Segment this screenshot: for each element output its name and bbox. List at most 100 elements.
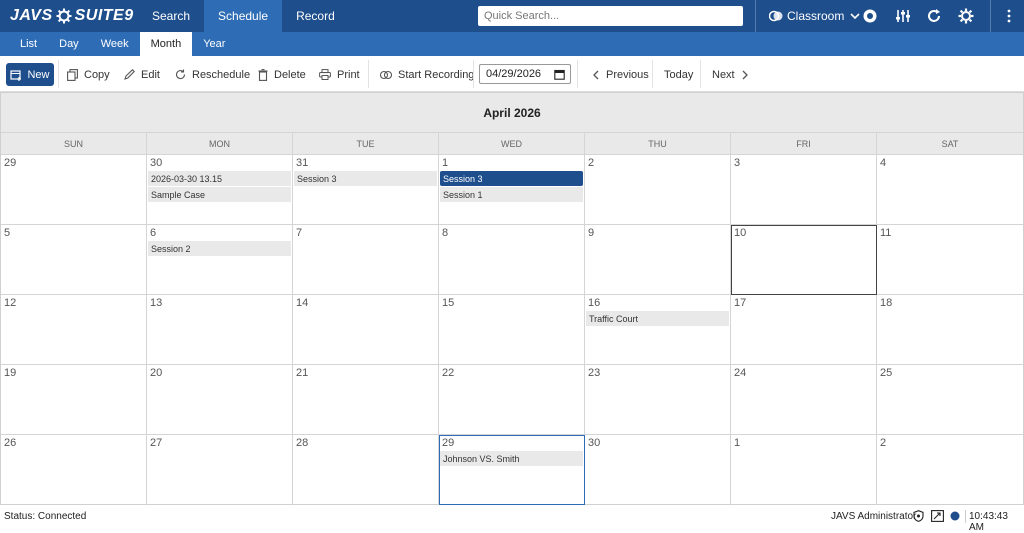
- calendar-day-cell[interactable]: 4: [877, 155, 1023, 225]
- today-button[interactable]: Today: [664, 63, 693, 86]
- calendar-day-cell[interactable]: 18: [877, 295, 1023, 365]
- shield-icon[interactable]: [913, 510, 924, 522]
- new-button[interactable]: New: [6, 63, 54, 86]
- day-number: 29: [4, 157, 17, 169]
- day-number: 21: [296, 367, 309, 379]
- room-selector[interactable]: Classroom: [769, 0, 860, 32]
- divider: [652, 60, 653, 88]
- calendar-event[interactable]: Session 3: [294, 171, 437, 186]
- start-recording-button[interactable]: Start Recording: [380, 63, 474, 86]
- calendar-event[interactable]: Sample Case: [148, 187, 291, 202]
- calendar-day-cell[interactable]: 6 Session 2: [147, 225, 293, 295]
- calendar-day-cell[interactable]: 14: [293, 295, 439, 365]
- calendar-day-cell[interactable]: 27: [147, 435, 293, 505]
- calendar-day-cell[interactable]: 3: [731, 155, 877, 225]
- sync-icon[interactable]: [926, 8, 942, 24]
- calendar-icon[interactable]: [554, 69, 565, 80]
- weekday-fri: FRI: [731, 133, 877, 154]
- divider: [577, 60, 578, 88]
- next-label: Next: [712, 68, 735, 81]
- calendar-event[interactable]: 2026-03-30 13.15: [148, 171, 291, 186]
- quick-search-input[interactable]: [478, 6, 743, 26]
- day-number: 20: [150, 367, 163, 379]
- date-picker[interactable]: 04/29/2026: [479, 64, 571, 84]
- calendar-day-cell[interactable]: 15: [439, 295, 585, 365]
- record-icon[interactable]: [862, 8, 878, 24]
- edit-button[interactable]: Edit: [124, 63, 160, 86]
- calendar-day-cell[interactable]: 10: [731, 225, 877, 295]
- calendar-day-cell[interactable]: 2: [877, 435, 1023, 505]
- calendar-day-cell[interactable]: 29 Johnson VS. Smith: [439, 435, 585, 505]
- status-dot-icon: [950, 511, 960, 521]
- weekday-mon: MON: [147, 133, 293, 154]
- calendar-day-cell[interactable]: 19: [1, 365, 147, 435]
- nav-record[interactable]: Record: [282, 0, 349, 32]
- settings-icon[interactable]: [958, 8, 974, 24]
- tab-list[interactable]: List: [0, 32, 48, 56]
- calendar-week: 29 30 2026-03-30 13.15 Sample Case 31 Session…: [1, 155, 1023, 225]
- day-number: 18: [880, 297, 893, 309]
- user-name[interactable]: JAVS Administrator: [831, 511, 916, 522]
- calendar-day-cell[interactable]: 23: [585, 365, 731, 435]
- calendar-day-cell[interactable]: 30 2026-03-30 13.15 Sample Case: [147, 155, 293, 225]
- delete-button[interactable]: Delete: [258, 63, 306, 86]
- calendar-day-cell[interactable]: 12: [1, 295, 147, 365]
- calendar-day-cell[interactable]: 21: [293, 365, 439, 435]
- day-number: 3: [734, 157, 741, 169]
- day-number: 16: [588, 297, 601, 309]
- tab-year[interactable]: Year: [192, 32, 236, 56]
- print-icon: [319, 69, 331, 80]
- calendar-day-cell[interactable]: 22: [439, 365, 585, 435]
- calendar-day-cell[interactable]: 1: [731, 435, 877, 505]
- calendar-event[interactable]: Session 2: [148, 241, 291, 256]
- calendar-day-cell[interactable]: 31 Session 3: [293, 155, 439, 225]
- nav-search[interactable]: Search: [138, 0, 204, 32]
- calendar-day-cell[interactable]: 30: [585, 435, 731, 505]
- calendar-day-cell[interactable]: 28: [293, 435, 439, 505]
- next-button[interactable]: Next: [712, 63, 755, 86]
- mixer-icon[interactable]: [895, 8, 911, 24]
- tab-month[interactable]: Month: [139, 32, 193, 56]
- day-number: 7: [296, 227, 303, 239]
- day-number: 25: [880, 367, 893, 379]
- copy-button[interactable]: Copy: [67, 63, 110, 86]
- calendar-day-cell[interactable]: 16 Traffic Court: [585, 295, 731, 365]
- day-number: 10: [734, 227, 747, 239]
- tab-day[interactable]: Day: [48, 32, 90, 56]
- calendar-event[interactable]: Session 3: [440, 171, 583, 186]
- day-number: 2: [588, 157, 595, 169]
- weekday-wed: WED: [439, 133, 585, 154]
- calendar-day-cell[interactable]: 8: [439, 225, 585, 295]
- calendar-day-cell[interactable]: 1 Session 3 Session 1: [439, 155, 585, 225]
- app-logo[interactable]: JAVS SUITE9: [0, 7, 138, 25]
- calendar-day-cell[interactable]: 11: [877, 225, 1023, 295]
- room-label: Classroom: [787, 9, 845, 23]
- calendar-day-cell[interactable]: 17: [731, 295, 877, 365]
- calendar-event[interactable]: Session 1: [440, 187, 583, 202]
- day-number: 28: [296, 437, 309, 449]
- calendar-event[interactable]: Johnson VS. Smith: [440, 451, 583, 466]
- calendar-event[interactable]: Traffic Court: [586, 311, 729, 326]
- calendar-day-cell[interactable]: 25: [877, 365, 1023, 435]
- reschedule-button[interactable]: Reschedule: [175, 63, 250, 86]
- calendar-day-cell[interactable]: 20: [147, 365, 293, 435]
- print-button[interactable]: Print: [319, 63, 360, 86]
- calendar-day-cell[interactable]: 29: [1, 155, 147, 225]
- calendar-day-cell[interactable]: 24: [731, 365, 877, 435]
- tab-week[interactable]: Week: [90, 32, 140, 56]
- calendar-day-cell[interactable]: 7: [293, 225, 439, 295]
- month-calendar: April 2026 SUN MON TUE WED THU FRI SAT 2…: [0, 92, 1024, 505]
- day-number: 14: [296, 297, 309, 309]
- calendar-day-cell[interactable]: 5: [1, 225, 147, 295]
- day-number: 8: [442, 227, 449, 239]
- calendar-day-cell[interactable]: 9: [585, 225, 731, 295]
- calendar-day-cell[interactable]: 26: [1, 435, 147, 505]
- nav-schedule[interactable]: Schedule: [204, 0, 283, 32]
- screen-share-icon[interactable]: [931, 510, 944, 522]
- print-label: Print: [337, 68, 360, 81]
- calendar-day-cell[interactable]: 2: [585, 155, 731, 225]
- more-vertical-icon[interactable]: [1001, 8, 1017, 24]
- previous-button[interactable]: Previous: [592, 63, 649, 86]
- calendar-day-cell[interactable]: 13: [147, 295, 293, 365]
- new-label: New: [27, 68, 50, 81]
